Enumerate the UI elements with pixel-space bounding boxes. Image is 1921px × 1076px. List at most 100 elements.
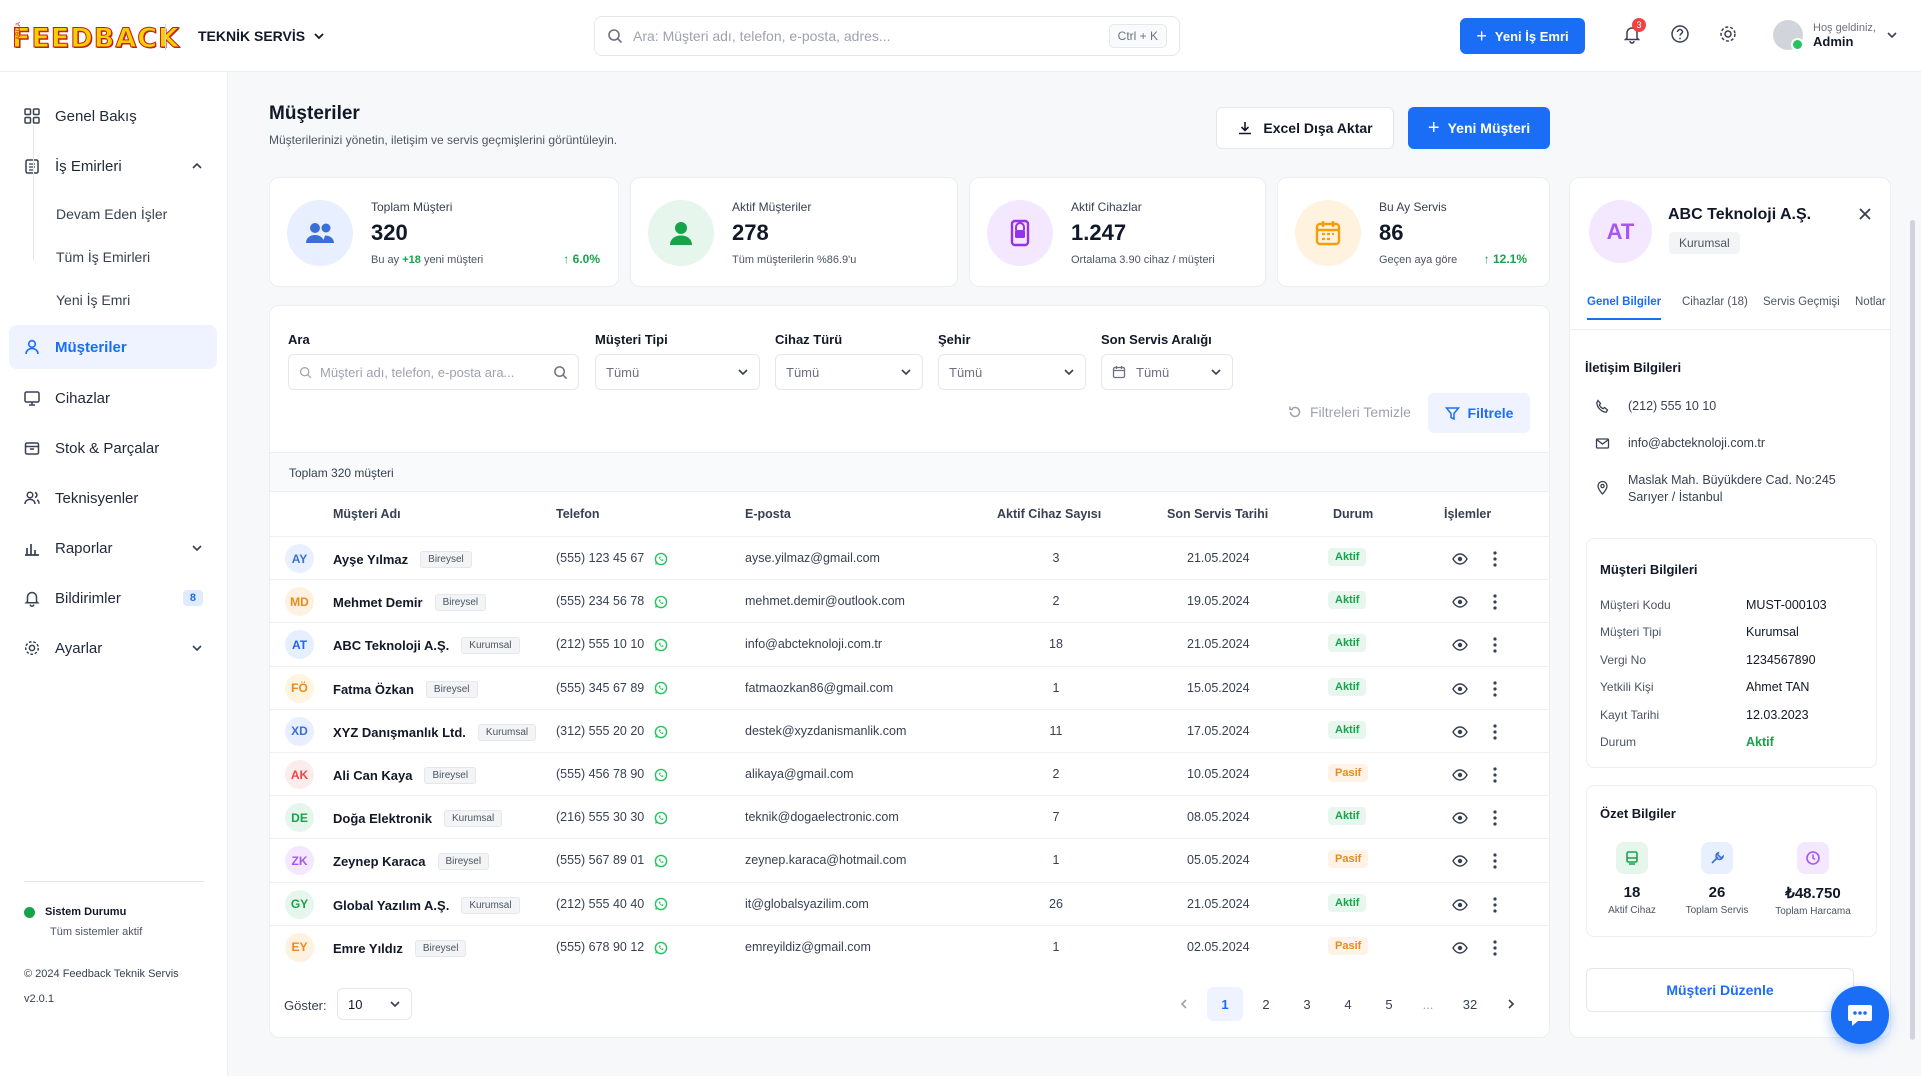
whatsapp-icon[interactable]: [654, 897, 668, 911]
whatsapp-icon[interactable]: [654, 552, 668, 566]
more-vertical-icon[interactable]: [1492, 852, 1498, 870]
column-header-status[interactable]: Durum: [1333, 507, 1373, 521]
column-header-phone[interactable]: Telefon: [556, 507, 600, 521]
column-header-devices[interactable]: Aktif Cihaz Sayısı: [997, 507, 1101, 521]
customer-type-select[interactable]: Tümü: [595, 354, 760, 390]
more-vertical-icon[interactable]: [1492, 766, 1498, 784]
global-search-input[interactable]: Ara: Müşteri adı, telefon, e-posta, adre…: [594, 16, 1180, 56]
eye-icon[interactable]: [1452, 940, 1468, 956]
tab-service-history[interactable]: Servis Geçmişi: [1763, 296, 1840, 318]
eye-icon[interactable]: [1452, 897, 1468, 913]
new-customer-button[interactable]: + Yeni Müşteri: [1408, 107, 1550, 149]
more-vertical-icon[interactable]: [1492, 680, 1498, 698]
export-excel-button[interactable]: Excel Dışa Aktar: [1216, 107, 1394, 149]
more-vertical-icon[interactable]: [1492, 593, 1498, 611]
table-row[interactable]: MD Mehmet Demir Bireysel (555) 234 56 78 meh…: [270, 579, 1549, 622]
user-menu[interactable]: Hoş geldiniz, Admin: [1773, 20, 1898, 51]
whatsapp-icon[interactable]: [654, 725, 668, 739]
customer-name[interactable]: Global Yazılım A.Ş. Kurumsal: [333, 896, 520, 914]
sidebar-item-work-orders[interactable]: İş Emirleri: [9, 144, 217, 188]
city-select[interactable]: Tümü: [938, 354, 1086, 390]
customer-name[interactable]: Mehmet Demir Bireysel: [333, 594, 487, 612]
whatsapp-icon[interactable]: [654, 854, 668, 868]
previous-page-button[interactable]: [1166, 987, 1202, 1021]
sidebar-item-reports[interactable]: Raporlar: [9, 526, 217, 570]
clear-filters-button[interactable]: Filtreleri Temizle: [1288, 404, 1411, 420]
page-button-1[interactable]: 1: [1207, 987, 1243, 1021]
close-detail-button[interactable]: [1857, 206, 1873, 225]
service-selector[interactable]: TEKNİK SERVİS: [198, 28, 325, 44]
new-work-order-button[interactable]: + Yeni İş Emri: [1460, 18, 1585, 54]
table-row[interactable]: ZK Zeynep Karaca Bireysel (555) 567 89 01 ze…: [270, 838, 1549, 881]
sidebar-item-settings[interactable]: Ayarlar: [9, 626, 217, 670]
more-vertical-icon[interactable]: [1492, 939, 1498, 957]
customer-name[interactable]: Zeynep Karaca Bireysel: [333, 853, 490, 871]
eye-icon[interactable]: [1452, 551, 1468, 567]
eye-icon[interactable]: [1452, 724, 1468, 740]
customer-search-input[interactable]: Müşteri adı, telefon, e-posta ara...: [288, 354, 579, 390]
page-size-select[interactable]: 10: [337, 988, 412, 1020]
next-page-button[interactable]: [1493, 987, 1529, 1021]
column-header-name[interactable]: Müşteri Adı: [333, 507, 401, 521]
sidebar-subitem-ongoing[interactable]: Devam Eden İşler: [56, 206, 167, 222]
more-vertical-icon[interactable]: [1492, 550, 1498, 568]
eye-icon[interactable]: [1452, 810, 1468, 826]
more-vertical-icon[interactable]: [1492, 896, 1498, 914]
sidebar-item-overview[interactable]: Genel Bakış: [9, 94, 217, 138]
edit-customer-button[interactable]: Müşteri Düzenle: [1586, 968, 1854, 1012]
table-row[interactable]: AK Ali Can Kaya Bireysel (555) 456 78 90 ali…: [270, 752, 1549, 795]
sidebar-subitem-new-order[interactable]: Yeni İş Emri: [56, 292, 130, 308]
customer-name[interactable]: XYZ Danışmanlık Ltd. Kurumsal: [333, 723, 537, 741]
customer-name[interactable]: Ayşe Yılmaz Bireysel: [333, 551, 472, 568]
eye-icon[interactable]: [1452, 853, 1468, 869]
page-button-2[interactable]: 2: [1248, 987, 1284, 1021]
column-header-last-service[interactable]: Son Servis Tarihi: [1167, 507, 1268, 521]
sidebar-item-stock[interactable]: Stok & Parçalar: [9, 426, 217, 470]
chat-button[interactable]: [1831, 986, 1889, 1044]
whatsapp-icon[interactable]: [654, 638, 668, 652]
customer-name[interactable]: Doğa Elektronik Kurumsal: [333, 810, 503, 828]
table-row[interactable]: EY Emre Yıldız Bireysel (555) 678 90 12 emre…: [270, 924, 1549, 968]
eye-icon[interactable]: [1452, 594, 1468, 610]
table-row[interactable]: AY Ayşe Yılmaz Bireysel (555) 123 45 67 ayse…: [270, 536, 1549, 579]
whatsapp-icon[interactable]: [654, 768, 668, 782]
settings-button[interactable]: [1716, 22, 1740, 46]
notifications-button[interactable]: 3: [1620, 18, 1646, 46]
customer-name[interactable]: Ali Can Kaya Bireysel: [333, 767, 477, 784]
page-button-32[interactable]: 32: [1452, 987, 1488, 1021]
page-button-4[interactable]: 4: [1330, 987, 1366, 1021]
more-vertical-icon[interactable]: [1492, 636, 1498, 654]
whatsapp-icon[interactable]: [654, 595, 668, 609]
eye-icon[interactable]: [1452, 637, 1468, 653]
whatsapp-icon[interactable]: [654, 811, 668, 825]
eye-icon[interactable]: [1452, 767, 1468, 783]
table-row[interactable]: FÖ Fatma Özkan Bireysel (555) 345 67 89 fatm…: [270, 665, 1549, 709]
eye-icon[interactable]: [1452, 681, 1468, 697]
more-vertical-icon[interactable]: [1492, 723, 1498, 741]
tab-devices[interactable]: Cihazlar (18): [1682, 296, 1748, 318]
help-button[interactable]: [1668, 22, 1692, 46]
customer-name[interactable]: Emre Yıldız Bireysel: [333, 939, 467, 957]
sidebar-subitem-all-orders[interactable]: Tüm İş Emirleri: [56, 249, 150, 265]
table-row[interactable]: XD XYZ Danışmanlık Ltd. Kurumsal (312) 555 …: [270, 708, 1549, 752]
customer-name[interactable]: ABC Teknoloji A.Ş. Kurumsal: [333, 637, 520, 655]
sidebar-item-notifications[interactable]: Bildirimler 8: [9, 576, 217, 620]
sidebar-item-customers[interactable]: Müşteriler: [9, 325, 217, 369]
column-header-email[interactable]: E-posta: [745, 507, 791, 521]
sidebar-item-devices[interactable]: Cihazlar: [9, 376, 217, 420]
whatsapp-icon[interactable]: [654, 681, 668, 695]
device-type-select[interactable]: Tümü: [775, 354, 923, 390]
tab-notes[interactable]: Notlar: [1855, 296, 1886, 318]
sidebar-item-technicians[interactable]: Teknisyenler: [9, 476, 217, 520]
tab-general-info[interactable]: Genel Bilgiler: [1587, 296, 1662, 320]
page-button-5[interactable]: 5: [1371, 987, 1407, 1021]
customer-name[interactable]: Fatma Özkan Bireysel: [333, 680, 478, 698]
table-row[interactable]: GY Global Yazılım A.Ş. Kurumsal (212) 555 4…: [270, 881, 1549, 925]
whatsapp-icon[interactable]: [654, 941, 668, 955]
service-range-select[interactable]: Tümü: [1101, 354, 1233, 390]
page-button-3[interactable]: 3: [1289, 987, 1325, 1021]
detail-scrollbar[interactable]: [1910, 220, 1915, 1040]
table-row[interactable]: DE Doğa Elektronik Kurumsal (216) 555 30 30…: [270, 795, 1549, 838]
table-row[interactable]: AT ABC Teknoloji A.Ş. Kurumsal (212) 555 10…: [270, 622, 1549, 665]
brand-logo[interactable]: ARIZA FEEDBACK: [12, 22, 180, 54]
